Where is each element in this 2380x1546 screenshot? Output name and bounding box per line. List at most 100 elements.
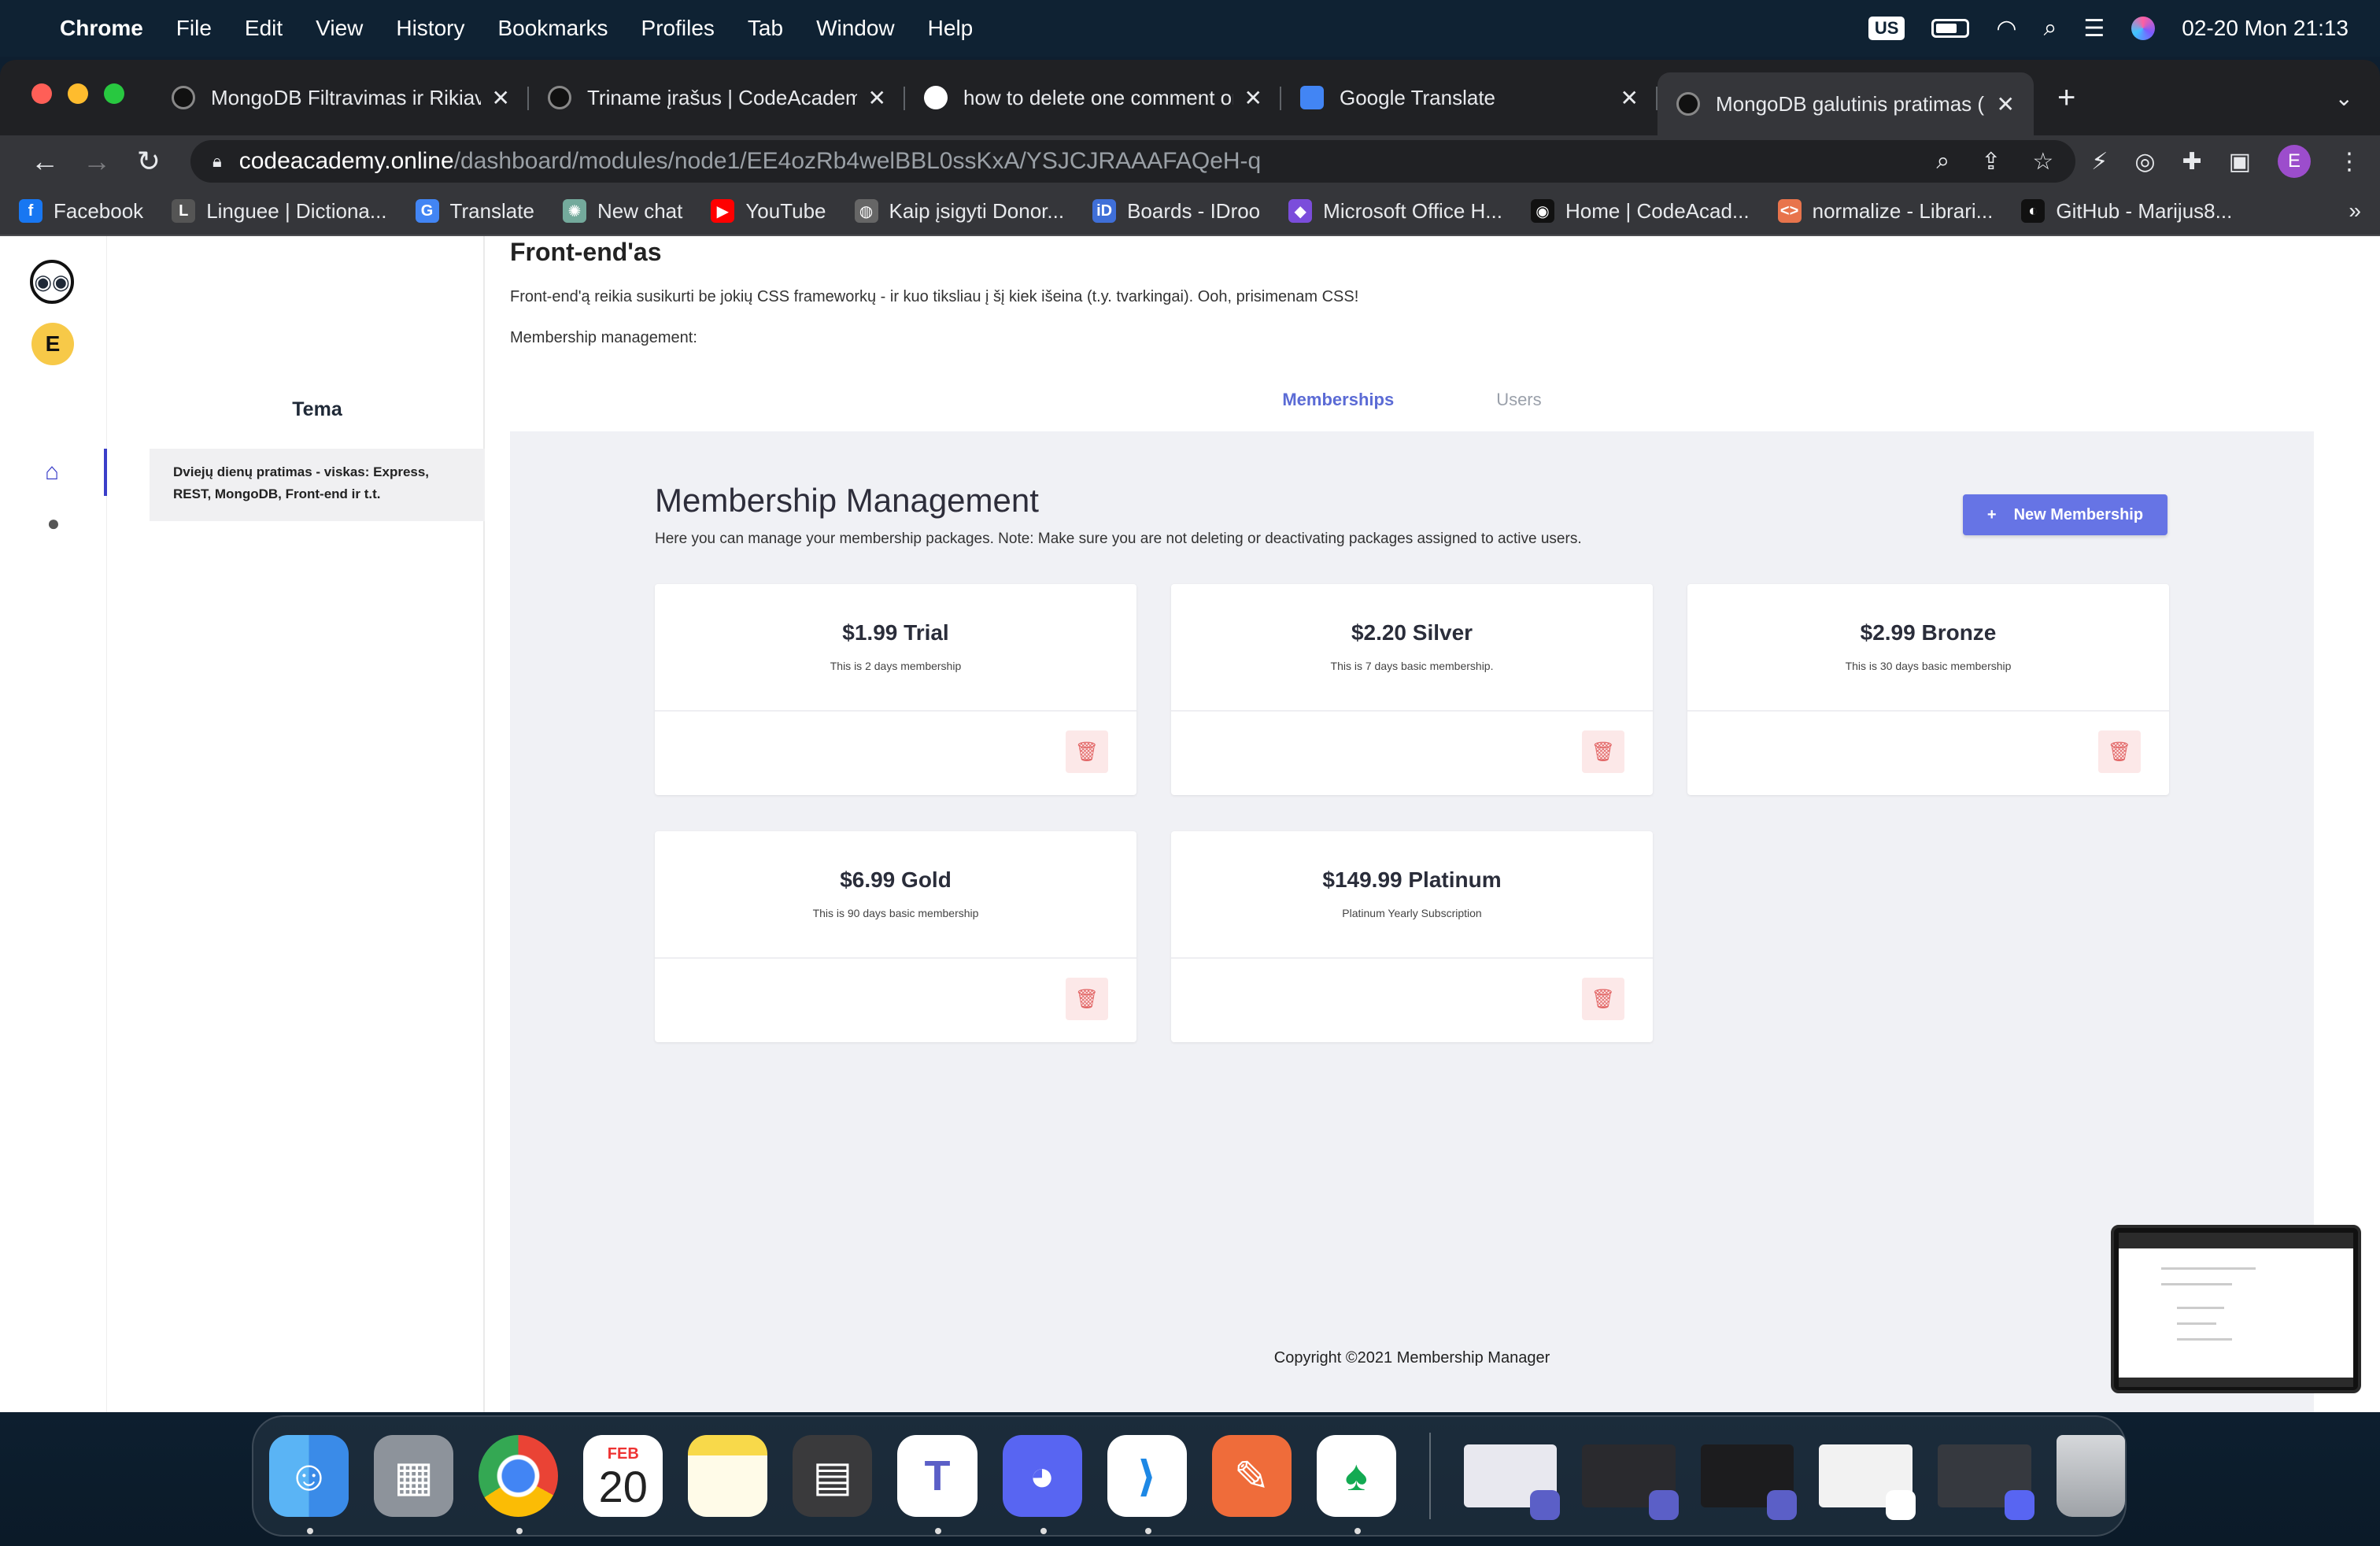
chrome-menu-icon[interactable]: ⋮	[2338, 148, 2361, 176]
bookmark-item[interactable]: f Facebook	[19, 199, 143, 224]
tab-close-icon[interactable]: ✕	[1244, 85, 1262, 111]
siri-icon[interactable]	[2131, 17, 2156, 40]
trash-icon[interactable]: 🗑︎	[1066, 978, 1108, 1020]
browser-tab-active[interactable]: MongoDB galutinis pratimas (1 ✕	[1658, 72, 2034, 135]
discord-icon[interactable]: ◕	[1002, 1435, 1082, 1534]
tab-close-icon[interactable]: ✕	[1621, 85, 1639, 111]
topic-item[interactable]: Dviejų dienų pratimas - viskas: Express,…	[150, 449, 485, 521]
profile-avatar[interactable]: E	[2278, 145, 2311, 178]
new-membership-button[interactable]: + New Membership	[1963, 494, 2168, 535]
trash-icon[interactable]	[2056, 1435, 2126, 1517]
minimize-window-button[interactable]	[68, 83, 88, 104]
user-icon[interactable]: ●	[0, 504, 107, 543]
menubar-datetime[interactable]: 02-20 Mon 21:13	[2182, 16, 2349, 41]
forward-arrow-icon[interactable]: →	[71, 145, 123, 178]
running-indicator	[516, 1528, 523, 1534]
membership-title: $149.99 Platinum	[1322, 867, 1502, 892]
wifi-icon[interactable]: ◠	[1996, 15, 2016, 43]
bookmark-item[interactable]: ◐ GitHub - Marijus8...	[2021, 199, 2232, 224]
menu-edit[interactable]: Edit	[245, 16, 283, 41]
lock-icon[interactable]: 🔒︎	[213, 151, 222, 172]
side-panel-icon[interactable]: ▣	[2229, 148, 2251, 176]
browser-tab[interactable]: how to delete one comment on ✕	[905, 69, 1281, 126]
address-bar[interactable]: 🔒︎ codeacademy.online /dashboard/modules…	[190, 140, 2076, 183]
battery-icon[interactable]	[1931, 19, 1970, 38]
bookmark-item[interactable]: L Linguee | Dictiona...	[172, 199, 387, 224]
calendar-icon[interactable]: FEB 20	[583, 1435, 663, 1517]
menu-bookmarks[interactable]: Bookmarks	[497, 16, 608, 41]
dock-separator	[1428, 1433, 1431, 1519]
trash-icon[interactable]: 🗑︎	[1582, 978, 1624, 1020]
spotlight-search-icon[interactable]: ⌕	[2044, 15, 2057, 42]
tab-search-chevron-icon[interactable]: ⌄	[2335, 85, 2353, 111]
reload-icon[interactable]: ↻	[123, 145, 175, 178]
postman-icon[interactable]: ✎	[1211, 1435, 1292, 1517]
screenshot-thumbnail[interactable]	[2111, 1225, 2361, 1393]
bookmark-item[interactable]: ▶ YouTube	[711, 199, 826, 224]
bookmark-item[interactable]: iD Boards - IDroo	[1092, 199, 1260, 224]
launchpad-icon[interactable]: ▦	[374, 1435, 454, 1517]
trash-icon[interactable]: 🗑︎	[2098, 730, 2141, 773]
minimized-window[interactable]	[1582, 1444, 1679, 1520]
menu-history[interactable]: History	[396, 16, 464, 41]
extension-icon[interactable]: ⚡︎	[2091, 148, 2108, 176]
browser-tab[interactable]: Google Translate ✕	[1281, 69, 1658, 126]
membership-management-label: Membership management:	[510, 329, 697, 346]
zoom-window-button[interactable]	[104, 83, 124, 104]
browser-tab[interactable]: MongoDB Filtravimas ir Rikiavim ✕	[153, 69, 529, 126]
bookmark-item[interactable]: G Translate	[415, 199, 534, 224]
minimized-window[interactable]	[1938, 1444, 2034, 1520]
bookmarks-overflow-icon[interactable]: »	[2349, 198, 2361, 224]
tab-close-icon[interactable]: ✕	[1997, 91, 2015, 117]
teams-icon[interactable]: T	[897, 1435, 978, 1534]
trash-icon[interactable]: 🗑︎	[1582, 730, 1624, 773]
back-arrow-icon[interactable]: ←	[19, 145, 71, 178]
bookmark-item[interactable]: ◉ Home | CodeAcad...	[1530, 199, 1750, 224]
new-tab-button[interactable]: +	[2057, 80, 2075, 116]
bookmark-item[interactable]: ✺ New chat	[562, 199, 682, 224]
trash-icon[interactable]: 🗑︎	[1066, 730, 1108, 773]
bookmark-item[interactable]: ◍ Kaip įsigyti Donor...	[854, 199, 1064, 224]
home-icon[interactable]: ⌂	[0, 449, 107, 496]
menu-profiles[interactable]: Profiles	[641, 16, 715, 41]
browser-tab[interactable]: Triname įrašus | CodeAcademy ✕	[529, 69, 905, 126]
menu-app-name[interactable]: Chrome	[60, 16, 143, 41]
menu-file[interactable]: File	[176, 16, 212, 41]
bookmark-star-icon[interactable]: ☆	[2032, 148, 2053, 176]
menu-view[interactable]: View	[316, 16, 363, 41]
menu-tab[interactable]: Tab	[748, 16, 783, 41]
vscode-icon[interactable]: ⟩	[1107, 1435, 1187, 1534]
control-center-icon[interactable]: ☰	[2083, 15, 2105, 43]
zoom-icon[interactable]: ⌕	[1936, 148, 1949, 176]
mongodb-compass-icon[interactable]: ♠	[1316, 1435, 1396, 1534]
minimized-window[interactable]	[1700, 1444, 1798, 1520]
minimized-window[interactable]	[1819, 1444, 1916, 1520]
extension-icon[interactable]: ◎	[2134, 148, 2155, 176]
discord-badge-icon	[2004, 1490, 2034, 1520]
close-window-button[interactable]	[31, 83, 52, 104]
menu-help[interactable]: Help	[928, 16, 974, 41]
tab-users[interactable]: Users	[1496, 390, 1541, 410]
tab-memberships[interactable]: Memberships	[1282, 390, 1394, 410]
calculator-icon[interactable]: ▤	[793, 1435, 873, 1517]
notes-icon[interactable]	[688, 1435, 768, 1517]
bookmark-item[interactable]: ◆ Microsoft Office H...	[1288, 199, 1502, 224]
minimized-window[interactable]	[1463, 1444, 1561, 1520]
topic-heading: Tema	[292, 398, 342, 420]
user-avatar[interactable]: E	[31, 323, 74, 365]
membership-title: $2.99 Bronze	[1860, 620, 1997, 645]
tab-strip: MongoDB Filtravimas ir Rikiavim ✕ Trinam…	[0, 60, 2380, 135]
menu-window[interactable]: Window	[816, 16, 895, 41]
chrome-window: MongoDB Filtravimas ir Rikiavim ✕ Trinam…	[0, 60, 2380, 1412]
share-icon[interactable]: ⇪	[1981, 148, 2001, 176]
tab-close-icon[interactable]: ✕	[868, 85, 886, 111]
tab-close-icon[interactable]: ✕	[492, 85, 510, 111]
codeacademy-logo-icon[interactable]: ◉◉	[30, 260, 74, 304]
bookmark-item[interactable]: <> normalize - Librari...	[1777, 199, 1993, 224]
chrome-icon[interactable]	[479, 1435, 559, 1534]
thumbnail-toolbar	[2119, 1233, 2353, 1248]
keyboard-layout-indicator[interactable]: US	[1868, 17, 1905, 40]
extensions-puzzle-icon[interactable]: ✚	[2182, 148, 2202, 176]
finder-icon[interactable]: ☺	[269, 1435, 349, 1534]
membership-card: $2.20 Silver This is 7 days basic member…	[1171, 584, 1653, 795]
